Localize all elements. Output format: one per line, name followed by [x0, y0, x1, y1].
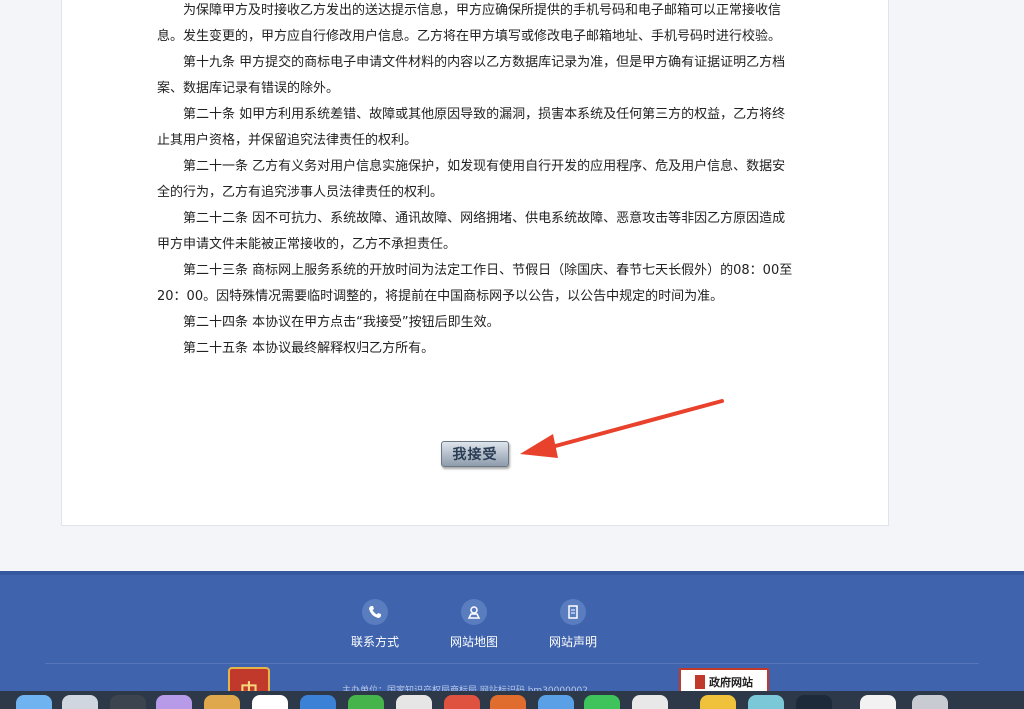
agreement-panel: 为保障甲方及时接收乙方发出的送达提示信息，甲方应确保所提供的手机号码和电子邮箱可… — [61, 0, 889, 526]
finder-icon[interactable] — [16, 695, 52, 709]
app-icon[interactable] — [300, 695, 336, 709]
agreement-paragraph: 为保障甲方及时接收乙方发出的送达提示信息，甲方应确保所提供的手机号码和电子邮箱可… — [157, 3, 782, 44]
agreement-paragraph: 第二十四条 本协议在甲方点击“我接受”按钮后即生效。 — [183, 315, 500, 330]
app-icon[interactable] — [584, 695, 620, 709]
app-icon[interactable] — [490, 695, 526, 709]
app-icon[interactable] — [796, 695, 832, 709]
app-icon[interactable] — [348, 695, 384, 709]
trash-icon[interactable] — [912, 695, 948, 709]
app-icon[interactable] — [156, 695, 192, 709]
footer-link-label: 联系方式 — [350, 635, 399, 649]
app-icon[interactable] — [252, 695, 288, 709]
app-icon[interactable] — [396, 695, 432, 709]
footer-link-label: 网站地图 — [449, 635, 498, 649]
os-dock — [0, 691, 1024, 709]
agreement-text: 为保障甲方及时接收乙方发出的送达提示信息，甲方应确保所提供的手机号码和电子邮箱可… — [157, 0, 797, 362]
app-icon[interactable] — [110, 695, 146, 709]
app-icon[interactable] — [748, 695, 784, 709]
sitemap-icon — [461, 599, 487, 625]
agreement-paragraph: 第二十五条 本协议最终解释权归乙方所有。 — [183, 341, 435, 356]
app-icon[interactable] — [632, 695, 668, 709]
gov-badge-label: 政府网站 — [709, 676, 753, 689]
footer-link-contact[interactable]: 联系方式 — [335, 599, 415, 650]
footer-link-label: 网站声明 — [548, 635, 597, 649]
launchpad-icon[interactable] — [62, 695, 98, 709]
app-icon[interactable] — [700, 695, 736, 709]
agreement-paragraph: 第二十三条 商标网上服务系统的开放时间为法定工作日、节假日（除国庆、春节七天长假… — [157, 263, 793, 304]
agreement-paragraph: 第二十一条 乙方有义务对用户信息实施保护，如发现有使用自行开发的应用程序、危及用… — [157, 159, 786, 200]
agreement-paragraph: 第二十条 如甲方利用系统差错、故障或其他原因导致的漏洞，损害本系统及任何第三方的… — [157, 107, 786, 148]
agreement-paragraph: 第二十二条 因不可抗力、系统故障、通讯故障、网络拥堵、供电系统故障、恶意攻击等非… — [157, 211, 786, 252]
app-icon[interactable] — [204, 695, 240, 709]
accept-button[interactable]: 我接受 — [441, 441, 509, 467]
agreement-paragraph: 第十九条 甲方提交的商标电子申请文件材料的内容以乙方数据库记录为准，但是甲方确有… — [157, 55, 786, 96]
site-footer: 联系方式 网站地图 网站声明 中 主办单位：国家知识产权局商标局 网站标识码 b… — [0, 571, 1024, 709]
footer-link-sitemap[interactable]: 网站地图 — [434, 599, 514, 650]
app-icon[interactable] — [538, 695, 574, 709]
footer-link-statement[interactable]: 网站声明 — [533, 599, 613, 650]
app-icon[interactable] — [860, 695, 896, 709]
flag-icon — [695, 675, 705, 689]
phone-icon — [362, 599, 388, 625]
app-icon[interactable] — [444, 695, 480, 709]
footer-divider — [45, 663, 979, 664]
document-icon — [560, 599, 586, 625]
